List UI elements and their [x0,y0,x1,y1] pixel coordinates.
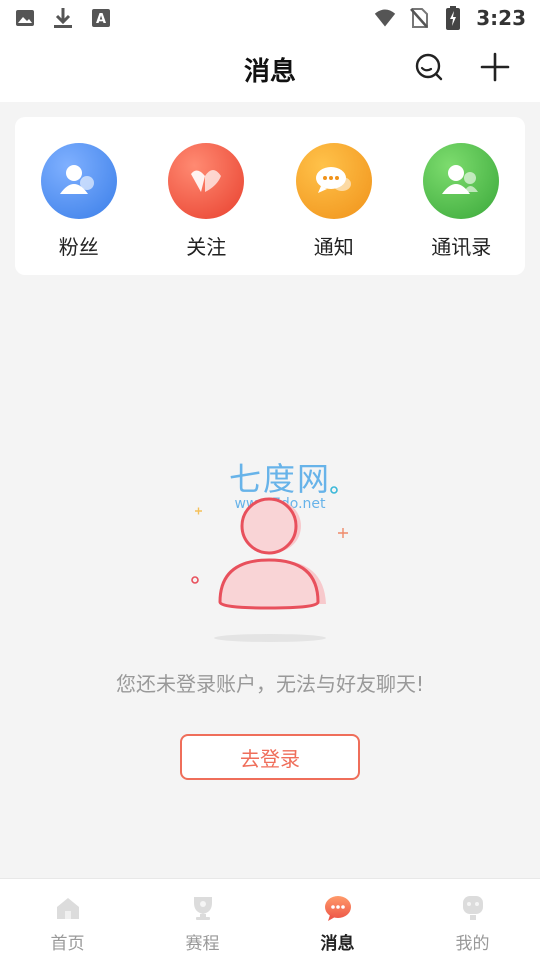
quick-item-fans[interactable]: 粉丝 [24,143,134,260]
image-icon [14,7,36,29]
download-icon [52,7,74,29]
battery-charging-icon [442,6,464,30]
page-title: 消息 [243,56,296,87]
bottom-nav: 首页 赛程 消息 我的 [0,878,540,960]
text-a-icon: A [90,7,112,29]
quick-item-label: 关注 [186,235,227,259]
nav-item-messages[interactable]: 消息 [270,879,405,960]
svg-text:A: A [96,12,106,27]
quick-item-contacts[interactable]: 通讯录 [406,143,516,260]
no-sim-icon [408,7,430,29]
nav-item-schedule[interactable]: 赛程 [135,879,270,960]
nav-label: 我的 [455,934,490,954]
nav-item-profile[interactable]: 我的 [405,879,540,960]
wifi-icon [374,7,396,29]
profile-icon [458,893,488,923]
add-button[interactable] [478,50,512,84]
search-icon [415,53,443,81]
message-icon [323,893,353,923]
nav-label: 赛程 [185,934,220,954]
quick-item-label: 通讯录 [431,235,492,259]
quick-item-label: 通知 [313,235,354,259]
home-icon [53,893,83,923]
search-button[interactable] [412,50,446,84]
fans-icon [40,143,117,219]
clock: 3:23 [476,6,526,30]
quick-access-card: 粉丝 关注 通知 通讯录 [15,117,525,275]
nav-item-home[interactable]: 首页 [0,879,135,960]
empty-state-message: 您还未登录账户，无法与好友聊天! [115,672,425,696]
chat-bubble-icon [295,143,372,219]
login-button[interactable]: 去登录 [180,734,360,780]
heart-icon [168,143,245,219]
status-bar: A 3:23 [0,0,540,36]
nav-label: 首页 [50,934,85,954]
trophy-icon [188,893,218,923]
page-header: 消息 [0,36,540,102]
nav-label: 消息 [320,934,355,954]
user-placeholder-illustration [191,486,348,642]
quick-item-follow[interactable]: 关注 [151,143,261,260]
plus-icon [480,52,510,82]
contacts-icon [423,143,500,219]
quick-item-label: 粉丝 [58,235,99,259]
quick-item-notice[interactable]: 通知 [279,143,389,260]
